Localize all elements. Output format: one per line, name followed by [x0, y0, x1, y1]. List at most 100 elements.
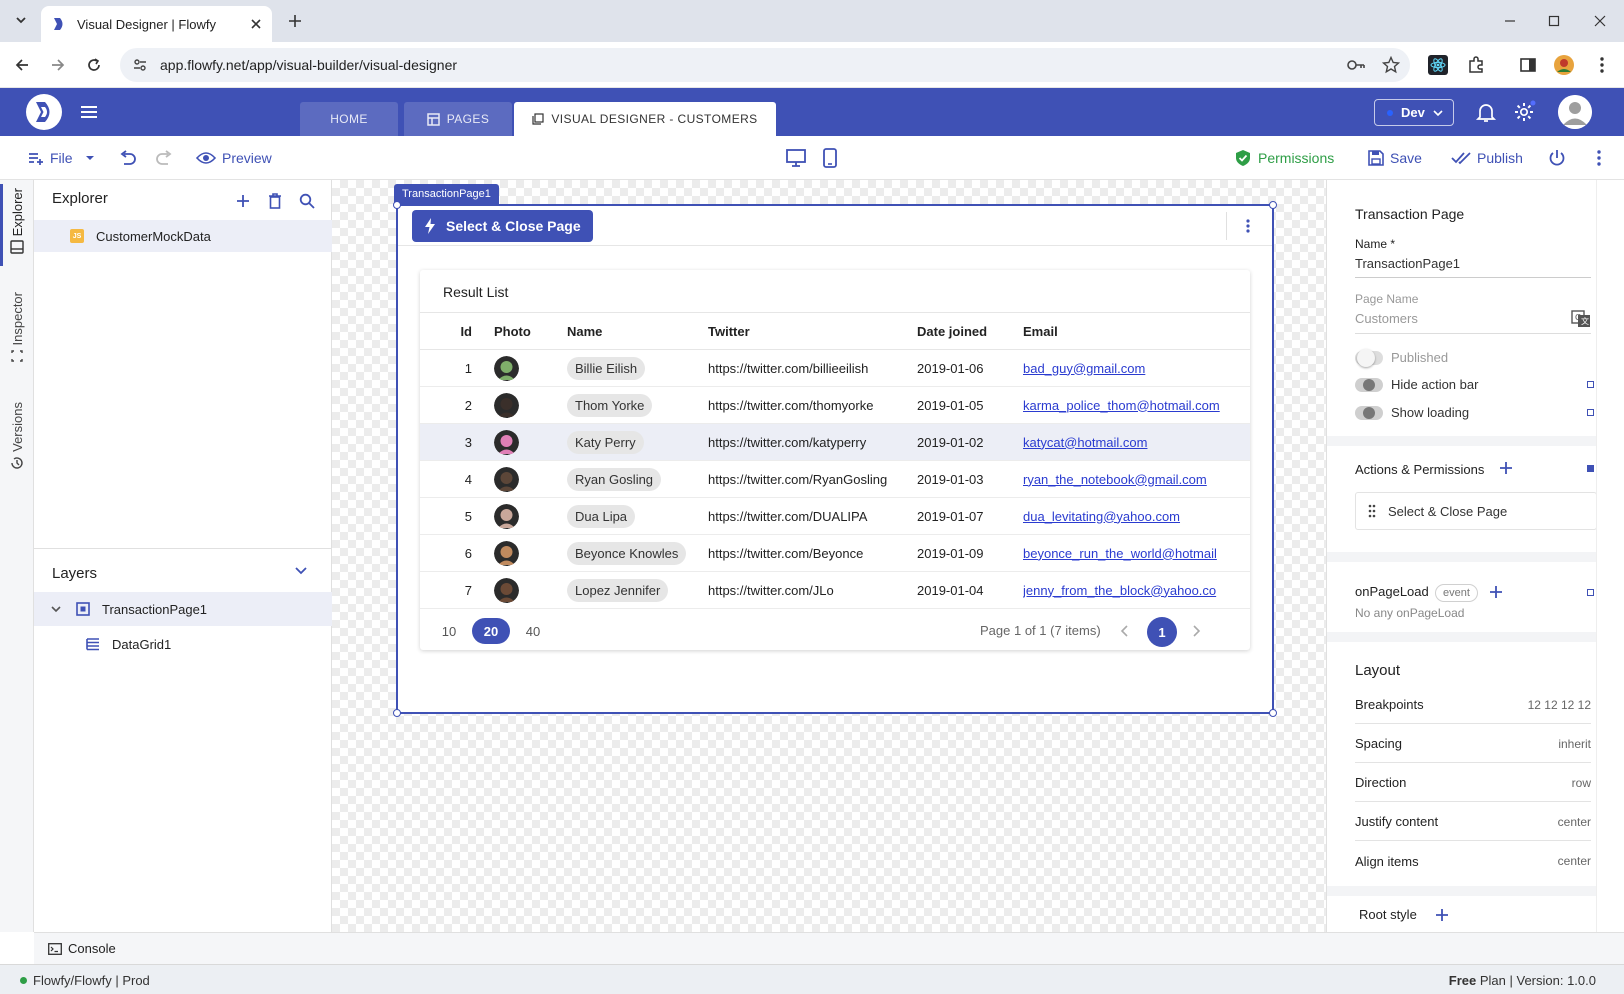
- minimize-button[interactable]: [1498, 10, 1522, 32]
- side-panel-button[interactable]: [1516, 53, 1540, 77]
- layer-row-datagrid1[interactable]: DataGrid1: [34, 627, 332, 661]
- show-loading-bind-indicator[interactable]: [1587, 409, 1594, 416]
- email-link[interactable]: jenny_from_the_block@yahoo.co: [1023, 583, 1216, 598]
- close-icon[interactable]: [250, 18, 262, 30]
- tab-pages[interactable]: PAGES: [404, 102, 512, 136]
- console-bar[interactable]: Console: [34, 932, 1624, 964]
- page-name-input[interactable]: Customers: [1355, 311, 1418, 326]
- resize-handle-bottom-left[interactable]: [393, 709, 401, 717]
- column-header-date-joined[interactable]: Date joined: [913, 312, 1023, 350]
- maximize-button[interactable]: [1542, 10, 1566, 32]
- rail-tab-explorer[interactable]: Explorer: [5, 188, 29, 255]
- table-row[interactable]: 3 Katy Perry https://twitter.com/katyperry…: [420, 423, 1250, 461]
- chevron-down-icon[interactable]: [50, 603, 62, 615]
- user-avatar[interactable]: [1558, 95, 1592, 129]
- email-link[interactable]: dua_levitating@yahoo.com: [1023, 509, 1180, 524]
- layers-collapse-button[interactable]: [294, 563, 308, 577]
- site-settings-icon[interactable]: [132, 57, 148, 73]
- name-chip[interactable]: Ryan Gosling: [567, 467, 662, 491]
- layout-breakpoints[interactable]: Breakpoints 12 12 12 12: [1355, 686, 1591, 724]
- published-toggle[interactable]: [1355, 349, 1383, 367]
- browser-tab[interactable]: Visual Designer | Flowfy: [41, 6, 272, 42]
- desktop-view-button[interactable]: [785, 147, 807, 169]
- mobile-view-button[interactable]: [822, 147, 838, 169]
- action-item-select-close[interactable]: Select & Close Page: [1355, 492, 1596, 530]
- drag-handle-icon[interactable]: [1368, 504, 1376, 518]
- table-row[interactable]: 2 Thom Yorke https://twitter.com/thomyorke…: [420, 386, 1250, 424]
- name-chip[interactable]: Billie Eilish: [567, 356, 646, 380]
- layout-spacing[interactable]: Spacing inherit: [1355, 725, 1591, 763]
- design-canvas[interactable]: TransactionPage1 Select & Close Page Res…: [332, 180, 1326, 932]
- select-close-page-button[interactable]: Select & Close Page: [412, 210, 593, 242]
- undo-button[interactable]: [118, 147, 138, 169]
- permissions-button[interactable]: Permissions: [1234, 147, 1334, 169]
- add-root-style-button[interactable]: [1435, 908, 1449, 922]
- explorer-search-button[interactable]: [296, 190, 318, 212]
- tab-home[interactable]: HOME: [300, 102, 398, 136]
- translate-button[interactable]: G文: [1571, 310, 1591, 328]
- name-chip[interactable]: Dua Lipa: [567, 504, 636, 528]
- next-page-button[interactable]: [1184, 619, 1208, 643]
- explorer-delete-button[interactable]: [264, 190, 286, 212]
- email-link[interactable]: beyonce_run_the_world@hotmail: [1023, 546, 1217, 561]
- name-chip[interactable]: Beyonce Knowles: [567, 541, 687, 565]
- file-menu-button[interactable]: File: [28, 147, 95, 169]
- name-chip[interactable]: Thom Yorke: [567, 393, 653, 417]
- actions-bind-indicator[interactable]: [1587, 465, 1594, 472]
- explorer-add-button[interactable]: [232, 190, 254, 212]
- settings-button[interactable]: [1512, 100, 1536, 124]
- tab-list-button[interactable]: [10, 9, 32, 31]
- bookmark-star-icon[interactable]: [1382, 56, 1400, 74]
- explorer-item-customermockdata[interactable]: JS CustomerMockData: [34, 220, 332, 252]
- previous-page-button[interactable]: [1113, 619, 1137, 643]
- notifications-button[interactable]: [1474, 100, 1498, 124]
- onpageload-bind-indicator[interactable]: [1587, 589, 1594, 596]
- page-size-20[interactable]: 20: [472, 618, 510, 644]
- column-header-twitter[interactable]: Twitter: [697, 312, 913, 350]
- datagrid[interactable]: Result List Id Photo Name Twitter Date j…: [420, 270, 1250, 650]
- name-chip[interactable]: Lopez Jennifer: [567, 578, 669, 602]
- email-link[interactable]: ryan_the_notebook@gmail.com: [1023, 472, 1207, 487]
- rail-tab-inspector[interactable]: Inspector: [5, 292, 29, 363]
- preview-button[interactable]: Preview: [196, 147, 272, 169]
- page-size-40[interactable]: 40: [514, 618, 552, 644]
- column-header-photo[interactable]: Photo: [476, 312, 550, 350]
- transaction-page-frame[interactable]: Select & Close Page Result List Id Photo…: [393, 201, 1277, 717]
- resize-handle-bottom-right[interactable]: [1269, 709, 1277, 717]
- more-menu-button[interactable]: [1596, 147, 1602, 169]
- browser-menu-button[interactable]: [1590, 53, 1614, 77]
- layout-direction[interactable]: Direction row: [1355, 764, 1591, 802]
- table-row[interactable]: 4 Ryan Gosling https://twitter.com/RyanGos…: [420, 460, 1250, 498]
- table-row[interactable]: 7 Lopez Jennifer https://twitter.com/JLo 20…: [420, 571, 1250, 609]
- close-window-button[interactable]: [1588, 10, 1612, 32]
- hide-action-bar-toggle[interactable]: [1355, 378, 1383, 392]
- add-onpageload-button[interactable]: [1489, 585, 1503, 599]
- layout-justify-content[interactable]: Justify content center: [1355, 803, 1591, 841]
- column-header-id[interactable]: Id: [420, 312, 476, 350]
- page-component-label[interactable]: TransactionPage1: [394, 184, 499, 204]
- url-bar[interactable]: app.flowfy.net/app/visual-builder/visual…: [120, 48, 1410, 82]
- show-loading-toggle[interactable]: [1355, 406, 1383, 420]
- page-size-10[interactable]: 10: [430, 618, 468, 644]
- power-button[interactable]: [1548, 147, 1566, 169]
- environment-select[interactable]: Dev: [1374, 99, 1454, 126]
- publish-button[interactable]: Publish: [1451, 147, 1523, 169]
- redo-button[interactable]: [154, 147, 174, 169]
- table-row[interactable]: 5 Dua Lipa https://twitter.com/DUALIPA 2019…: [420, 497, 1250, 535]
- email-link[interactable]: katycat@hotmail.com: [1023, 435, 1147, 450]
- extensions-button[interactable]: [1464, 53, 1488, 77]
- flowfy-logo[interactable]: [26, 94, 62, 130]
- layout-align-items[interactable]: Align items center: [1355, 842, 1591, 880]
- add-action-button[interactable]: [1499, 461, 1513, 475]
- column-header-email[interactable]: Email: [1023, 312, 1250, 350]
- name-field-input[interactable]: TransactionPage1: [1355, 256, 1460, 271]
- column-header-name[interactable]: Name: [550, 312, 697, 350]
- rail-tab-versions[interactable]: Versions: [5, 402, 29, 470]
- name-chip[interactable]: Katy Perry: [567, 430, 644, 454]
- back-button[interactable]: [10, 53, 34, 77]
- email-link[interactable]: bad_guy@gmail.com: [1023, 361, 1145, 376]
- table-row[interactable]: 6 Beyonce Knowles https://twitter.com/Beyo…: [420, 534, 1250, 572]
- layer-row-transactionpage1[interactable]: TransactionPage1: [34, 592, 332, 626]
- react-devtools-extension[interactable]: [1426, 53, 1450, 77]
- menu-button[interactable]: [77, 100, 101, 124]
